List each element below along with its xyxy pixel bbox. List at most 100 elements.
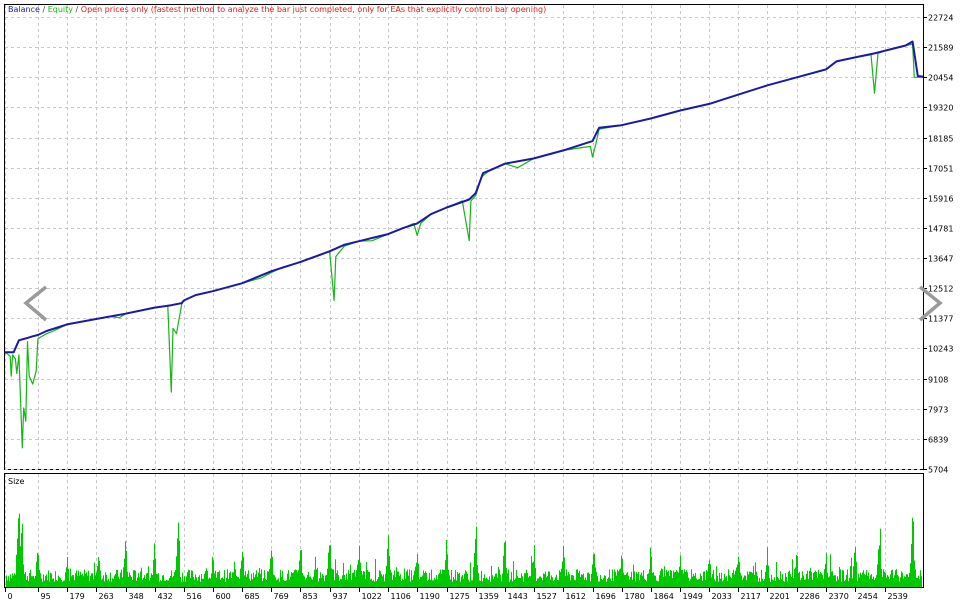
size-bar	[723, 580, 724, 587]
size-bar	[470, 562, 471, 587]
size-bar	[753, 565, 754, 587]
size-bar	[650, 547, 651, 587]
size-bar	[659, 575, 660, 587]
size-bar	[845, 579, 846, 587]
size-bar	[258, 572, 259, 587]
size-bar	[47, 580, 48, 587]
x-tick-label: 1359	[479, 592, 499, 601]
size-bar	[58, 575, 59, 587]
size-bar	[244, 575, 245, 587]
size-bar	[918, 575, 919, 587]
size-bar	[35, 575, 36, 587]
size-bar	[205, 571, 206, 587]
size-bar	[715, 581, 716, 587]
size-bar	[37, 552, 38, 587]
size-bar	[174, 571, 175, 587]
size-bar	[527, 572, 528, 587]
size-bar	[899, 581, 900, 587]
size-bar	[614, 569, 615, 587]
size-bar	[460, 581, 461, 587]
size-bar	[97, 566, 98, 587]
size-bar	[222, 577, 223, 587]
size-bar	[232, 572, 233, 587]
size-bar	[788, 571, 789, 587]
size-bar	[423, 570, 424, 587]
size-bar	[263, 578, 264, 587]
x-tick-label: 2117	[741, 592, 761, 601]
size-bar	[654, 575, 655, 587]
size-bar	[468, 579, 469, 587]
size-bar	[786, 576, 787, 587]
size-bar	[24, 574, 25, 587]
size-bar	[577, 569, 578, 587]
size-bar	[900, 577, 901, 587]
size-bar	[402, 578, 403, 587]
y-tick-label: 22724	[928, 14, 953, 23]
size-bar	[530, 576, 531, 587]
size-bar	[104, 581, 105, 587]
balance-pane	[4, 4, 924, 470]
size-bar	[674, 572, 675, 587]
size-bar	[309, 576, 310, 587]
size-bar	[818, 569, 819, 587]
size-bar	[87, 575, 88, 587]
size-bar	[612, 569, 613, 587]
size-bar	[99, 560, 100, 587]
size-bar	[44, 580, 45, 587]
size-bar	[830, 554, 831, 587]
size-bar	[621, 555, 622, 587]
size-bar	[195, 574, 196, 587]
size-bar	[504, 542, 505, 587]
size-bar	[363, 571, 364, 587]
size-bar	[46, 574, 47, 587]
size-bar	[562, 561, 563, 587]
x-tick-label: 179	[70, 592, 85, 601]
size-bar	[142, 579, 143, 587]
size-bar	[855, 547, 856, 587]
size-bar	[424, 573, 425, 587]
size-bar	[319, 578, 320, 587]
size-bar	[40, 573, 41, 587]
size-bar	[839, 566, 840, 587]
size-bar	[616, 575, 617, 587]
size-bar	[376, 581, 377, 587]
size-bar	[144, 575, 145, 587]
size-bar	[211, 573, 212, 587]
size-bar	[844, 581, 845, 587]
size-bar	[352, 573, 353, 587]
size-bar	[479, 580, 480, 587]
size-bar	[773, 580, 774, 587]
size-bar	[439, 572, 440, 587]
size-bar	[915, 569, 916, 587]
size-bar	[575, 580, 576, 587]
size-bar	[913, 521, 914, 587]
size-bar	[340, 578, 341, 587]
size-bar	[139, 577, 140, 587]
size-bar	[833, 575, 834, 587]
size-bar	[841, 581, 842, 587]
size-bar	[909, 572, 910, 587]
size-bar	[567, 575, 568, 587]
size-bar	[306, 578, 307, 587]
size-bar	[330, 544, 331, 587]
size-bar	[581, 574, 582, 587]
size-bar	[764, 579, 765, 587]
size-bar	[256, 570, 257, 587]
size-bar	[167, 580, 168, 587]
size-bar	[312, 579, 313, 587]
size-bar	[354, 569, 355, 587]
size-pane	[4, 473, 924, 588]
size-bar	[395, 577, 396, 587]
size-bar	[647, 574, 648, 587]
size-bar	[207, 570, 208, 587]
size-bar	[680, 555, 681, 587]
size-bar	[586, 580, 587, 587]
size-bar	[543, 573, 544, 587]
size-bar	[480, 580, 481, 587]
size-bar	[15, 574, 16, 587]
size-bar	[506, 567, 507, 587]
size-bar	[359, 545, 360, 587]
legend-mode: Open prices only (fastest method to anal…	[81, 5, 546, 14]
size-bar	[806, 573, 807, 587]
size-bar	[920, 570, 921, 587]
